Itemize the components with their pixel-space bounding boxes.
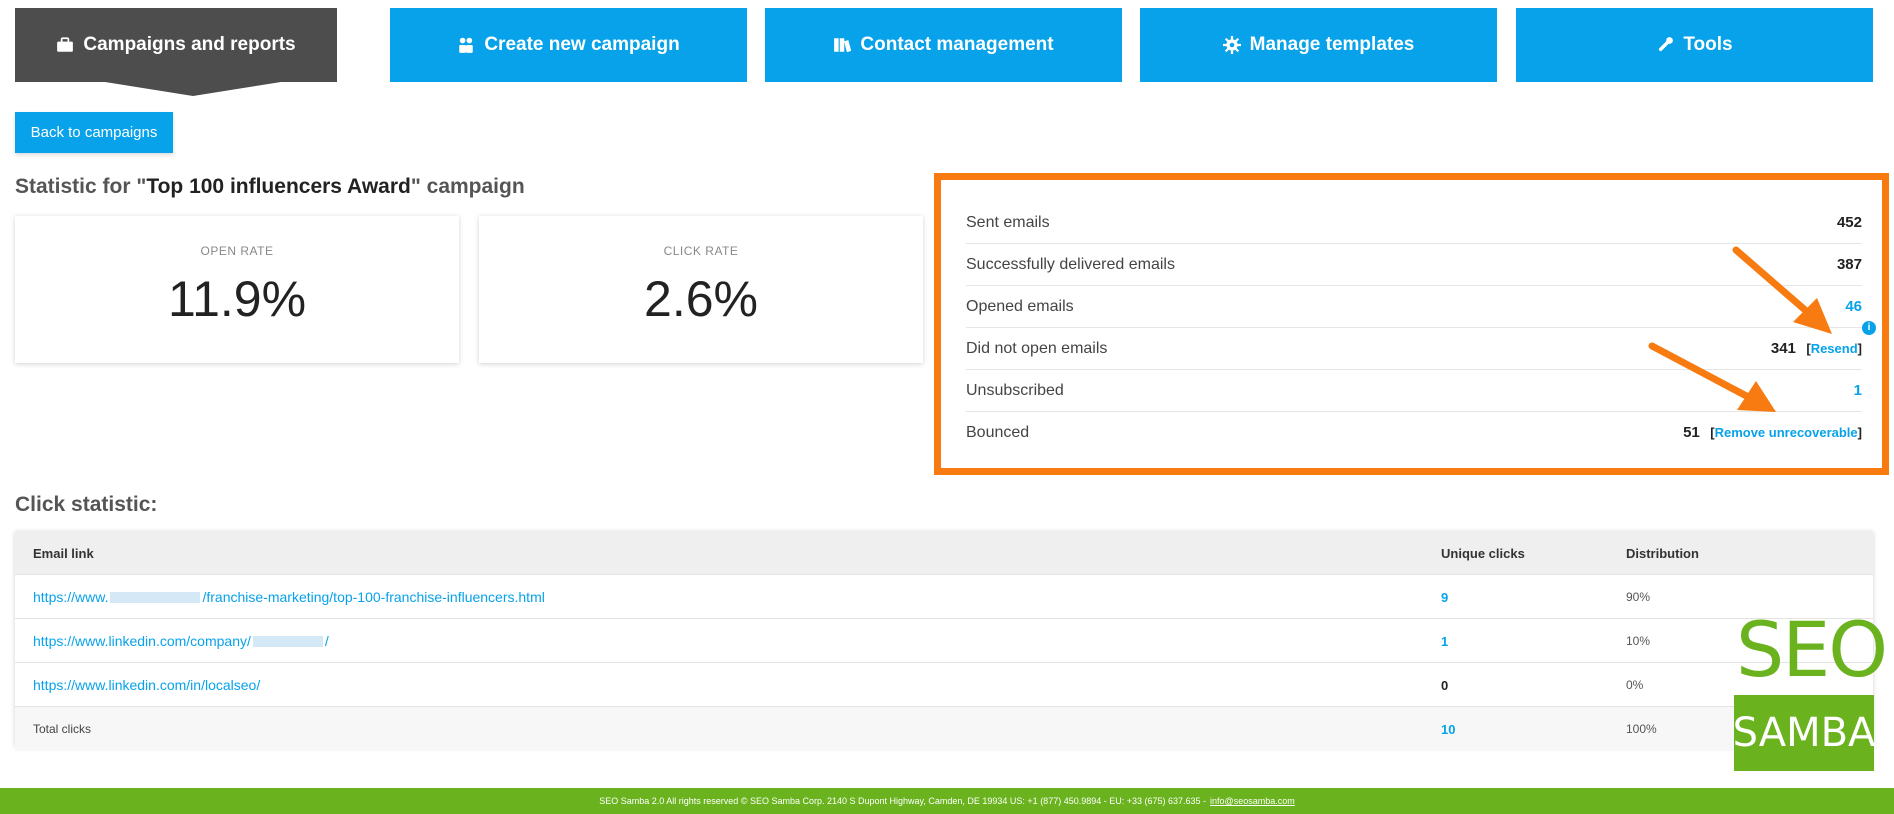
open-rate-label: OPEN RATE: [200, 244, 274, 258]
footer-email-link[interactable]: info@seosamba.com: [1210, 796, 1295, 806]
stat-value: 452: [1836, 214, 1862, 231]
total-clicks-label: Total clicks: [33, 722, 92, 736]
resend-link[interactable]: Resend: [1811, 341, 1858, 356]
tab-tools[interactable]: Tools: [1516, 8, 1873, 82]
email-stats-panel: Sent emails 452 Successfully delivered e…: [934, 173, 1889, 475]
tab-create-new-campaign[interactable]: Create new campaign: [390, 8, 747, 82]
redacted-block: [252, 635, 323, 647]
title-prefix: Statistic for ": [15, 175, 147, 198]
distribution-value: 10%: [1626, 634, 1651, 648]
gear-icon: [1222, 36, 1241, 54]
unique-clicks-value: 0: [1441, 677, 1449, 693]
stat-row-opened: Opened emails 46: [966, 286, 1862, 328]
stat-value: 341: [1770, 339, 1796, 357]
tab-manage-templates[interactable]: Manage templates: [1140, 8, 1497, 82]
email-link[interactable]: https://www. /franchise-marketing/top-100…: [33, 575, 545, 619]
tab-label: Manage templates: [1249, 34, 1415, 55]
table-header-row: Email link Unique clicks Distribution: [15, 531, 1873, 575]
stat-label: Successfully delivered emails: [966, 255, 1175, 273]
email-link[interactable]: https://www.linkedin.com/company/ /: [33, 619, 329, 663]
header-email-link: Email link: [33, 545, 94, 561]
stat-label: Did not open emails: [966, 339, 1108, 357]
click-statistic-table: Email link Unique clicks Distribution ht…: [15, 531, 1873, 751]
remove-unrecoverable-action: [Remove unrecoverable]: [1710, 424, 1862, 440]
wrench-icon: [1656, 36, 1674, 54]
tab-campaigns-and-reports[interactable]: Campaigns and reports: [15, 8, 337, 82]
link-start: https://www.: [33, 589, 109, 605]
users-icon: [457, 36, 475, 54]
stat-row-sent: Sent emails 452: [966, 202, 1862, 244]
seo-samba-logo-bottom: SAMBA: [1733, 695, 1875, 771]
stat-row-delivered: Successfully delivered emails 387: [966, 244, 1862, 286]
stat-label: Unsubscribed: [966, 381, 1064, 399]
click-statistic-title: Click statistic:: [15, 493, 158, 516]
stat-row-not-opened: Did not open emails 341 [Resend]: [966, 328, 1862, 370]
link-start: https://www.linkedin.com/company/: [33, 633, 251, 649]
footer-text: SEO Samba 2.0 All rights reserved © SEO …: [599, 796, 1207, 806]
stat-row-unsubscribed: Unsubscribed 1: [966, 370, 1862, 412]
unique-clicks-value[interactable]: 1: [1441, 619, 1448, 663]
open-rate-value: 11.9%: [167, 271, 307, 327]
stat-value-link[interactable]: 1: [1854, 382, 1862, 399]
tab-label: Create new campaign: [484, 34, 680, 55]
stat-label: Opened emails: [966, 297, 1074, 315]
main-nav: Campaigns and reports Create new campaig…: [15, 8, 1873, 96]
table-row: https://www. /franchise-marketing/top-100…: [15, 575, 1873, 619]
tab-label: Contact management: [860, 34, 1054, 55]
email-link[interactable]: https://www.linkedin.com/in/localseo/: [33, 663, 260, 707]
table-total-row: Total clicks 10 100%: [15, 707, 1873, 751]
stat-value: 51: [1683, 423, 1700, 441]
total-distribution-value: 100%: [1626, 722, 1657, 736]
email-stats-list: Sent emails 452 Successfully delivered e…: [966, 202, 1862, 453]
address-book-icon: [833, 36, 852, 54]
header-unique-clicks: Unique clicks: [1441, 545, 1525, 561]
stat-value: 387: [1836, 256, 1862, 273]
link-end: /franchise-marketing/top-100-franchise-i…: [202, 589, 545, 605]
tab-label: Campaigns and reports: [83, 34, 296, 55]
distribution-value: 90%: [1626, 590, 1651, 604]
back-to-campaigns-button[interactable]: Back to campaigns: [15, 112, 173, 153]
tab-label: Tools: [1683, 34, 1733, 55]
seo-samba-logo-top: SEO: [1736, 605, 1888, 694]
stat-value-link[interactable]: 46: [1845, 298, 1862, 315]
briefcase-icon: [56, 36, 74, 54]
title-suffix: " campaign: [410, 175, 525, 198]
page-title: Statistic for "Top 100 influencers Award…: [15, 175, 525, 199]
table-row: https://www.linkedin.com/company/ / 1 10%: [15, 619, 1873, 663]
total-clicks-value[interactable]: 10: [1441, 707, 1455, 751]
unique-clicks-value[interactable]: 9: [1441, 575, 1448, 619]
resend-action: [Resend]: [1806, 340, 1862, 356]
click-rate-value: 2.6%: [644, 271, 758, 327]
header-distribution: Distribution: [1626, 545, 1699, 561]
active-tab-pointer: [105, 82, 281, 96]
stat-label: Sent emails: [966, 213, 1050, 231]
click-rate-label: CLICK RATE: [663, 244, 739, 258]
click-rate-card: CLICK RATE 2.6%: [479, 216, 923, 363]
stat-row-bounced: Bounced 51 [Remove unrecoverable]: [966, 412, 1862, 453]
open-rate-card: OPEN RATE 11.9%: [15, 216, 459, 363]
campaign-name: Top 100 influencers Award: [146, 175, 411, 198]
info-icon[interactable]: i: [1862, 321, 1876, 335]
tab-contact-management[interactable]: Contact management: [765, 8, 1122, 82]
remove-unrecoverable-link[interactable]: Remove unrecoverable: [1715, 425, 1858, 440]
distribution-value: 0%: [1626, 678, 1644, 692]
table-row: https://www.linkedin.com/in/localseo/ 0 …: [15, 663, 1873, 707]
stat-label: Bounced: [966, 423, 1030, 441]
footer: SEO Samba 2.0 All rights reserved © SEO …: [0, 788, 1894, 814]
link-end: /: [324, 633, 329, 649]
redacted-block: [110, 591, 201, 603]
